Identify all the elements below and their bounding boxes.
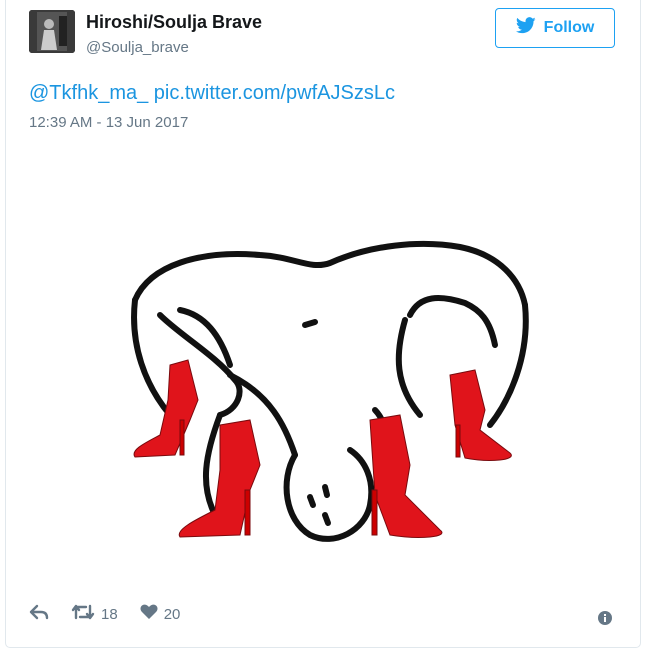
follow-button[interactable]: Follow [495, 8, 615, 48]
bird-icon [515, 17, 536, 39]
follow-label: Follow [543, 19, 595, 36]
display-name[interactable]: Hiroshi/Soulja Brave [86, 12, 262, 33]
info-icon[interactable] [597, 610, 613, 631]
avatar[interactable] [29, 10, 75, 53]
tweet-actions: 18 20 [29, 604, 202, 624]
retweet-icon [71, 604, 95, 624]
retweet-button[interactable]: 18 [71, 604, 118, 624]
tweet-image[interactable] [120, 225, 540, 555]
reply-button[interactable] [29, 604, 49, 624]
heart-icon [140, 604, 158, 624]
mention-link[interactable]: @Tkfhk_ma_ [29, 82, 148, 104]
reply-icon [29, 604, 49, 624]
tweet-text: @Tkfhk_ma_ pic.twitter.com/pwfAJSzsLc [29, 82, 395, 105]
media-link[interactable]: pic.twitter.com/pwfAJSzsLc [154, 82, 395, 104]
user-handle[interactable]: @Soulja_brave [86, 39, 189, 56]
retweet-count: 18 [101, 605, 118, 623]
like-count: 20 [163, 605, 181, 623]
tweet-timestamp[interactable]: 12:39 AM - 13 Jun 2017 [29, 114, 188, 131]
like-button[interactable]: 20 [140, 604, 181, 624]
